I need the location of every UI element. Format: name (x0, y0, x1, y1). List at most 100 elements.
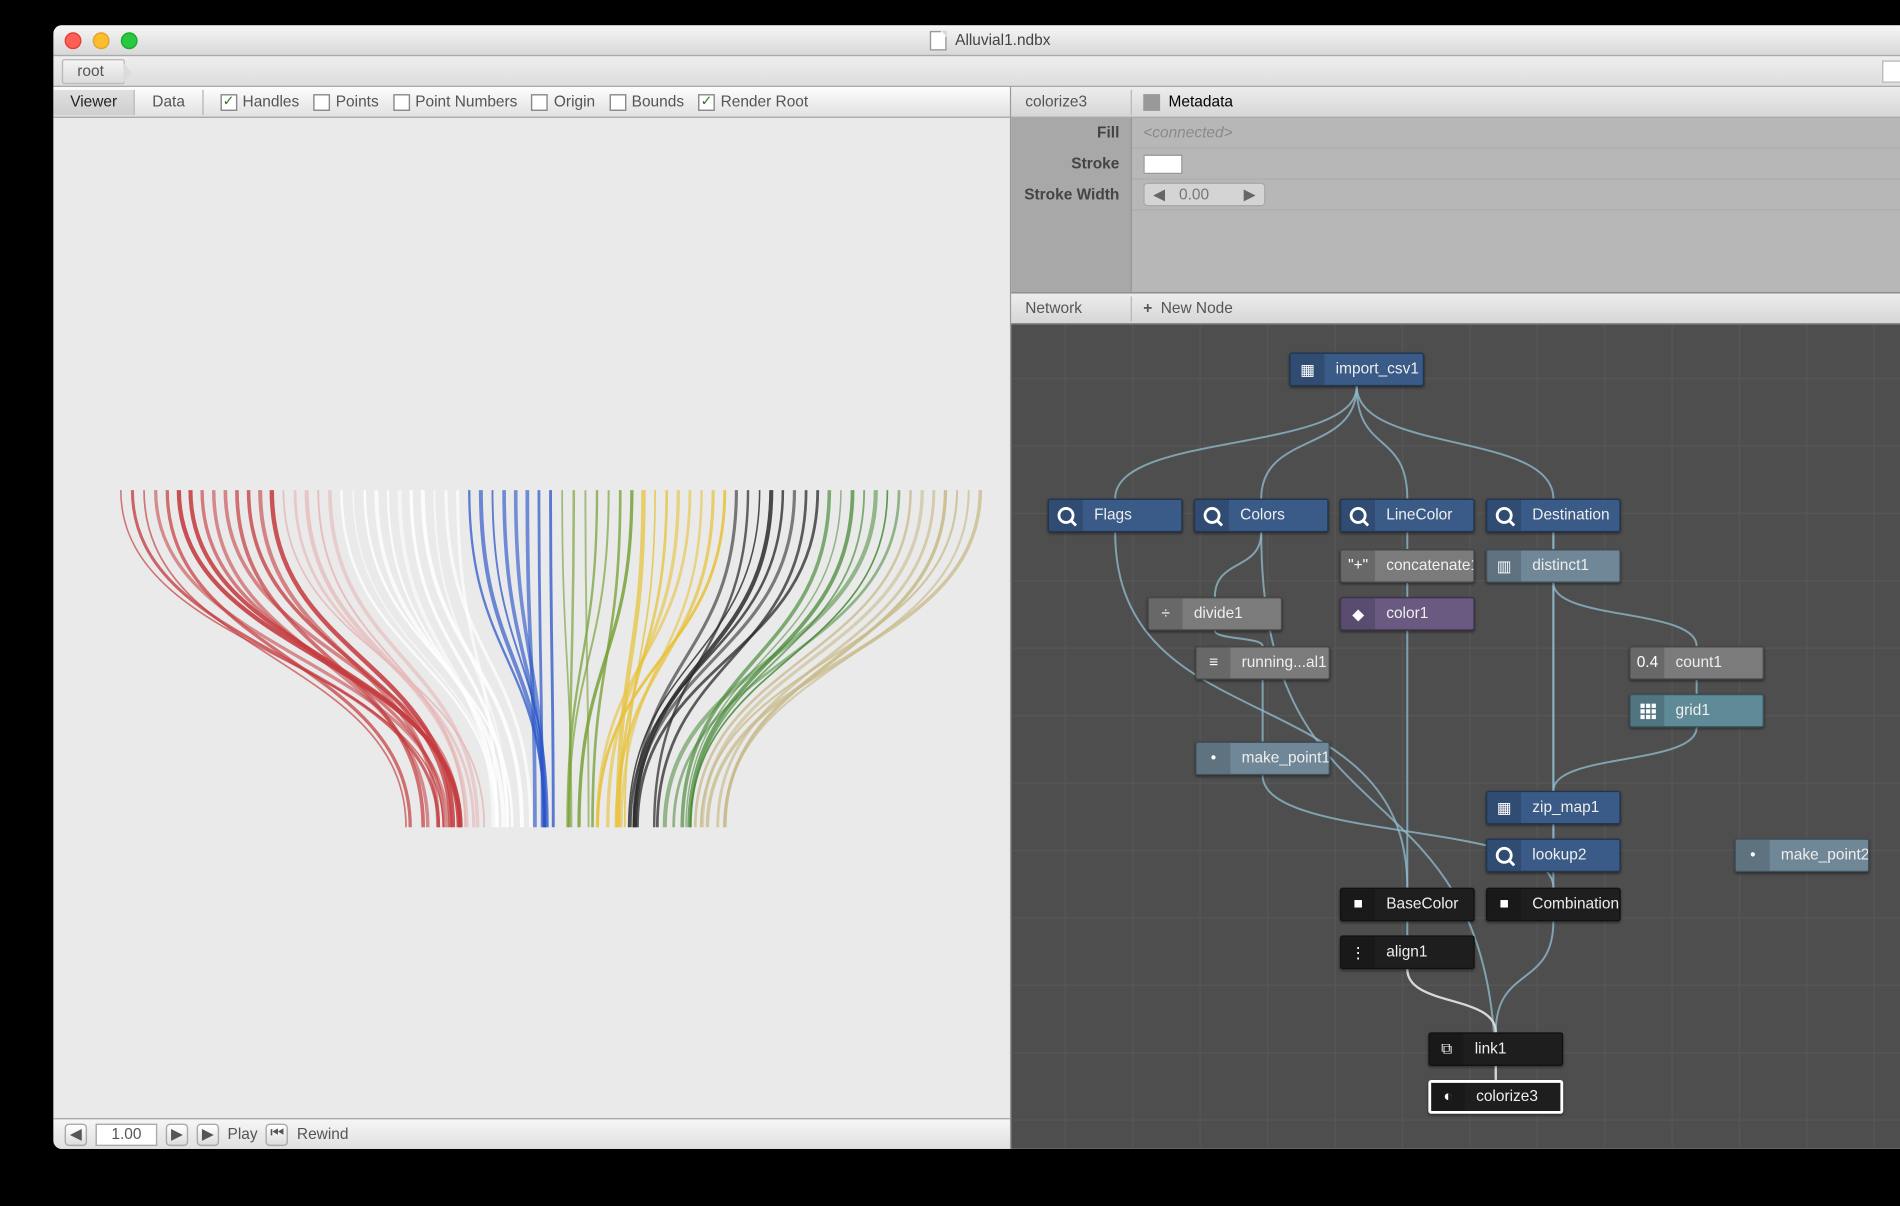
alluvial-render (53, 118, 1009, 1118)
node-icon: 0.4 (1631, 647, 1665, 678)
opt-points[interactable]: Points (313, 93, 378, 110)
prop-label-stroke-width: Stroke Width (1011, 180, 1130, 211)
node-icon (1487, 840, 1521, 871)
viewer-panel: Viewer Data Handles Points Point Numbers… (53, 87, 1011, 1149)
node-label: BaseColor (1375, 896, 1472, 913)
node-count1[interactable]: 0.4count1 (1629, 646, 1764, 680)
tab-data[interactable]: Data (135, 89, 203, 114)
node-label: make_point1 (1230, 750, 1330, 767)
node-label: Destination (1521, 507, 1621, 524)
zoom-window-button[interactable] (121, 32, 138, 49)
close-window-button[interactable] (65, 32, 82, 49)
breadcrumb-indicator[interactable] (1882, 60, 1900, 82)
node-distinct1[interactable]: ▥distinct1 (1486, 549, 1621, 583)
breadcrumb-root[interactable]: root (62, 58, 125, 83)
node-color1[interactable]: ◆color1 (1340, 597, 1475, 631)
tab-viewer[interactable]: Viewer (53, 89, 135, 114)
node-label: Combination (1521, 896, 1621, 913)
stroke-width-stepper[interactable]: ◀ 0.00 ▶ (1143, 183, 1265, 207)
prop-label-fill: Fill (1011, 118, 1130, 149)
node-label: LineColor (1375, 507, 1466, 524)
rewind-button[interactable]: ⏮ (266, 1123, 288, 1145)
breadcrumb: root (53, 56, 1900, 87)
node-label: zip_map1 (1521, 799, 1613, 816)
node-combination[interactable]: ■Combination (1486, 888, 1621, 922)
selected-node-name: colorize3 (1011, 89, 1132, 114)
node-icon: • (1197, 743, 1231, 774)
node-label: divide1 (1183, 605, 1257, 622)
viewer-options: Handles Points Point Numbers Origin Boun… (203, 93, 808, 110)
opt-bounds[interactable]: Bounds (609, 93, 684, 110)
color-swatch[interactable] (1143, 154, 1182, 174)
node-label: Colors (1229, 507, 1299, 524)
properties-panel: Fill Stroke Stroke Width <connected> ⋯ ⋯ (1011, 118, 1900, 294)
node-basecolor[interactable]: ■BaseColor (1340, 888, 1475, 922)
node-label: link1 (1463, 1041, 1520, 1058)
node-icon: ■ (1341, 889, 1375, 920)
frame-next-button[interactable]: ▶ (166, 1123, 188, 1145)
play-label: Play (228, 1126, 258, 1143)
node-linecolor[interactable]: LineColor (1340, 499, 1475, 533)
opt-handles[interactable]: Handles (220, 93, 299, 110)
prop-field-stroke-width[interactable]: ◀ 0.00 ▶ ⋯ (1132, 180, 1900, 211)
play-button[interactable]: ▶ (197, 1123, 219, 1145)
node-align1[interactable]: ⋮align1 (1340, 935, 1475, 969)
node-colors[interactable]: Colors (1194, 499, 1329, 533)
viewer-canvas[interactable] (53, 118, 1009, 1118)
network-label: Network (1011, 296, 1132, 321)
node-import_csv1[interactable]: ▦import_csv1 (1289, 353, 1424, 387)
node-make_point1[interactable]: •make_point1 (1195, 742, 1330, 776)
node-icon: ▦ (1487, 792, 1521, 823)
prop-field-stroke[interactable]: ⋯ (1132, 149, 1900, 180)
node-grid1[interactable]: grid1 (1629, 694, 1764, 728)
checkbox-icon (393, 93, 410, 110)
opt-origin[interactable]: Origin (531, 93, 595, 110)
node-label: align1 (1375, 944, 1442, 961)
checkbox-icon (220, 93, 237, 110)
node-label: count1 (1664, 654, 1736, 671)
node-divide1[interactable]: ÷divide1 (1147, 597, 1282, 631)
node-icon (1487, 500, 1521, 531)
right-panel: colorize3 Metadata Fill Stroke Stroke Wi… (1011, 87, 1900, 1149)
node-running_al1[interactable]: ≡running...al1 (1195, 646, 1330, 680)
node-zip_map1[interactable]: ▦zip_map1 (1486, 791, 1621, 825)
node-icon: ⧉ (1430, 1034, 1464, 1065)
node-flags[interactable]: Flags (1048, 499, 1183, 533)
node-label: make_point2 (1770, 847, 1870, 864)
node-make_point2[interactable]: •make_point2 (1735, 838, 1870, 872)
node-concatenate1[interactable]: "+"concatenate1 (1340, 549, 1475, 583)
node-label: Flags (1083, 507, 1146, 524)
node-destination[interactable]: Destination (1486, 499, 1621, 533)
node-icon: ▦ (1291, 354, 1325, 385)
network-wires (1011, 324, 1900, 1148)
node-label: concatenate1 (1375, 558, 1475, 575)
minimize-window-button[interactable] (93, 32, 110, 49)
prop-label-stroke: Stroke (1011, 149, 1130, 180)
node-link1[interactable]: ⧉link1 (1428, 1032, 1563, 1066)
viewer-tabs: Viewer Data Handles Points Point Numbers… (53, 87, 1009, 118)
network-canvas[interactable]: ▦import_csv1 Flags Colors LineColor Destinat… (1011, 324, 1900, 1148)
frame-field[interactable]: 1.00 (96, 1123, 158, 1145)
window-controls (65, 32, 138, 49)
stepper-incr-icon[interactable]: ▶ (1244, 185, 1256, 203)
opt-render-root[interactable]: Render Root (698, 93, 808, 110)
node-icon: ≡ (1197, 647, 1231, 678)
prop-field-fill[interactable]: <connected> ⋯ (1132, 118, 1900, 149)
opt-point-numbers[interactable]: Point Numbers (393, 93, 518, 110)
document-icon (930, 30, 947, 50)
tab-metadata[interactable]: Metadata (1132, 93, 1233, 110)
frame-prev-button[interactable]: ◀ (65, 1123, 87, 1145)
node-icon: ■ (1487, 889, 1521, 920)
node-icon: "+" (1341, 551, 1375, 582)
node-lookup2[interactable]: lookup2 (1486, 838, 1621, 872)
node-label: colorize3 (1465, 1088, 1552, 1105)
node-colorize3[interactable]: ◐colorize3 (1428, 1080, 1563, 1114)
checkbox-icon (698, 93, 715, 110)
stepper-decr-icon[interactable]: ◀ (1153, 185, 1165, 203)
new-node-button[interactable]: + New Node (1132, 300, 1233, 317)
node-icon (1195, 500, 1229, 531)
plus-icon: + (1143, 300, 1152, 317)
network-header: Network + New Node (1011, 294, 1900, 325)
node-icon (1631, 695, 1665, 726)
rewind-label: Rewind (297, 1126, 349, 1143)
